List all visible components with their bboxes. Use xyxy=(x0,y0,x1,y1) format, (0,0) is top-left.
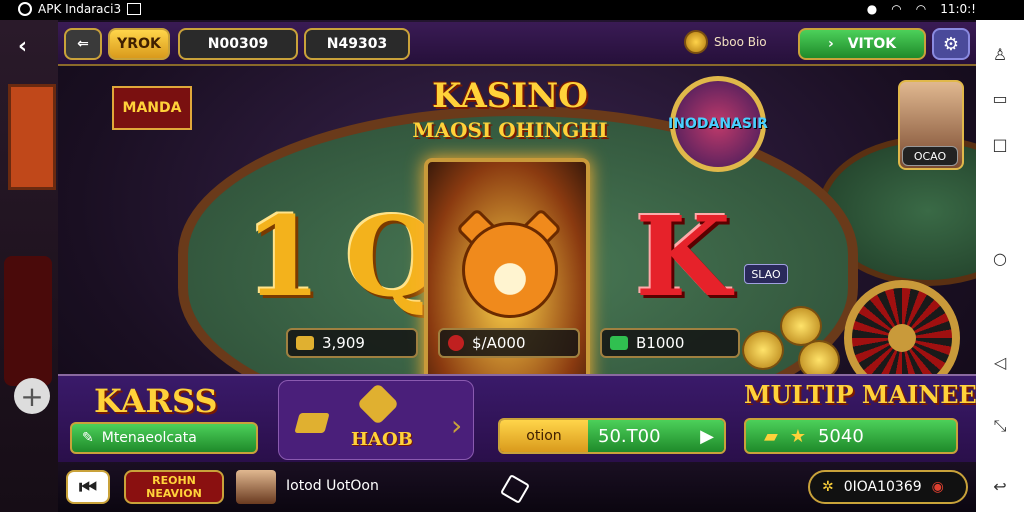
nav-back-icon[interactable]: ‹ xyxy=(18,34,27,59)
fullscreen-icon[interactable]: ⤡ xyxy=(988,414,1012,438)
karss-button-label: Mtenaeolcata xyxy=(101,430,197,446)
square-icon[interactable]: □ xyxy=(988,132,1012,156)
settings-button[interactable]: ⚙ xyxy=(932,28,970,60)
game-scene: MANDA KASINO MAOSI OHINGHI INODANASIR 1 … xyxy=(58,66,976,462)
vitok-label: VITOK xyxy=(847,36,897,52)
previous-button[interactable]: ⏮ xyxy=(66,470,110,504)
multiplier-value: 5040 xyxy=(817,425,864,447)
pencil-icon: ✎ xyxy=(82,430,94,446)
bet-chip-1[interactable]: 3,909 xyxy=(286,328,418,358)
reel-symbol-3: K xyxy=(635,191,731,321)
multiplier-title: MULTIP MAINEEN xyxy=(744,380,976,409)
user-name: Iotod UotOon xyxy=(286,478,379,494)
image-icon xyxy=(127,3,142,15)
deposit-value: 50.T00 ▶ xyxy=(588,420,724,452)
gold-bar-icon xyxy=(294,413,330,433)
balance-value: 0IOA10369 xyxy=(843,479,922,495)
screen: APK Indaraci3 ● ◠ ◠ 11:0:! ‹ + ♙ ▭ □ ○ ◁… xyxy=(0,0,1024,512)
tab-n00309[interactable]: N00309 xyxy=(178,28,298,60)
balance-pill[interactable]: ✲ 0IOA10369 ◉ xyxy=(808,470,968,504)
user-icon[interactable]: ♙ xyxy=(988,42,1012,66)
center-tile[interactable]: HAOB › xyxy=(278,380,474,460)
return-icon[interactable]: ↩ xyxy=(988,474,1012,498)
back-triangle-icon[interactable]: ◁ xyxy=(988,350,1012,374)
game-badge: INODANASIR xyxy=(668,76,768,172)
gold-bar-icon: ▰ xyxy=(764,425,778,447)
reon-button[interactable]: REOHN NEAVION xyxy=(124,470,224,504)
bet-value-2: $/A000 xyxy=(472,334,526,352)
roulette-hub xyxy=(888,324,916,352)
bottom-panel: KARSS ✎ Mtenaeolcata HAOB › otion 50.T00… xyxy=(58,374,976,462)
bet-value-1: 3,909 xyxy=(322,334,365,352)
game-title: KASINO xyxy=(432,76,588,116)
left-rail: ‹ xyxy=(0,20,58,512)
status-left: APK Indaraci3 xyxy=(18,2,142,16)
status-bar: APK Indaraci3 ● ◠ ◠ 11:0:! xyxy=(0,0,1024,20)
bottom-bar: ⏮ REOHN NEAVION Iotod UotOon ✲ 0IOA10369… xyxy=(58,462,976,512)
coin-icon xyxy=(684,30,708,54)
coin-stack-icon xyxy=(742,330,784,370)
status-time: 11:0:! xyxy=(940,2,976,16)
gold-bar-icon xyxy=(296,336,314,350)
home-hexagon-icon[interactable] xyxy=(499,473,531,505)
game-subtitle: MAOSI OHINGHI xyxy=(412,118,608,142)
chevron-right-icon: › xyxy=(451,409,463,442)
center-tile-label: HAOB xyxy=(351,429,413,450)
system-nav-rail: ♙ ▭ □ ○ ◁ ⤡ ↩ xyxy=(976,20,1024,512)
app-status-icon xyxy=(18,2,32,16)
back-button[interactable]: ⇐ xyxy=(64,28,102,60)
bet-value-3: B1000 xyxy=(636,334,685,352)
casino-poster xyxy=(8,84,56,190)
play-icon: ▶ xyxy=(700,425,714,447)
multiplier-button[interactable]: ▰ ★ 5040 xyxy=(744,418,958,454)
status-right: ● ◠ ◠ 11:0:! xyxy=(867,2,976,16)
chip-icon: ◉ xyxy=(931,479,944,495)
window-icon[interactable]: ▭ xyxy=(988,86,1012,110)
bet-chip-3[interactable]: B1000 xyxy=(600,328,740,358)
tab-yrok[interactable]: YROK xyxy=(108,28,170,60)
top-toolbar: ⇐ YROK N00309 N49303 Sboo Bio › VITOK ⚙ xyxy=(58,22,976,66)
star-icon: ★ xyxy=(789,425,806,447)
location-icon: ● xyxy=(866,2,878,16)
shop-link[interactable]: Sboo Bio xyxy=(684,30,767,54)
gem-icon xyxy=(610,336,628,350)
shop-label: Sboo Bio xyxy=(714,35,767,49)
dealer-label: OCAO xyxy=(902,146,958,166)
badge-icon xyxy=(356,382,400,426)
chevron-right-icon: › xyxy=(827,36,834,52)
user-avatar[interactable] xyxy=(236,470,276,504)
signal-icon: ◠ xyxy=(915,2,927,16)
tab-n49303[interactable]: N49303 xyxy=(304,28,410,60)
link-icon: ✲ xyxy=(822,479,834,495)
bet-chip-2[interactable]: $/A000 xyxy=(438,328,580,358)
home-circle-icon[interactable]: ○ xyxy=(988,246,1012,270)
deposit-amount: 50.T00 xyxy=(598,425,661,447)
deposit-field[interactable]: otion 50.T00 ▶ xyxy=(498,418,726,454)
karss-button[interactable]: ✎ Mtenaeolcata xyxy=(70,422,258,454)
wifi-icon: ◠ xyxy=(891,2,902,16)
deposit-label: otion xyxy=(500,420,588,452)
poker-chip-icon xyxy=(448,335,464,351)
karss-title: KARSS xyxy=(94,382,218,420)
status-app-label: APK Indaraci3 xyxy=(38,2,122,16)
lamp-label: SLAO xyxy=(744,264,788,284)
casino-chair xyxy=(4,256,52,386)
tiger-icon xyxy=(462,222,558,318)
add-button[interactable]: + xyxy=(14,378,50,414)
manda-sign: MANDA xyxy=(112,86,192,130)
vitok-button[interactable]: › VITOK xyxy=(798,28,926,60)
